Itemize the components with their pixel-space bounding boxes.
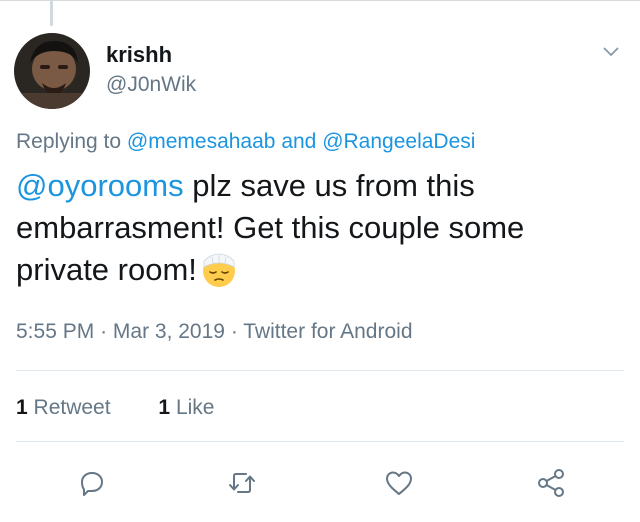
chevron-down-icon[interactable] [603, 45, 619, 57]
reply-conjunction: and [281, 130, 317, 153]
retweet-button[interactable] [226, 467, 258, 499]
retweets-label: Retweet [33, 396, 111, 419]
replying-to-line: Replying to @memesahaab and @RangeelaDes… [16, 130, 475, 154]
retweets-stat[interactable]: 1 Retweet [16, 396, 111, 420]
thread-connector-line [50, 0, 53, 26]
share-button[interactable] [535, 467, 567, 499]
like-icon [386, 471, 412, 495]
user-handle[interactable]: @J0nWik [106, 73, 196, 97]
tweet-metadata: 5:55 PM · Mar 3, 2019 · Twitter for Andr… [16, 320, 413, 344]
face-with-head-bandage-icon [201, 252, 237, 288]
likes-count: 1 [158, 396, 171, 419]
reply-icon [81, 472, 103, 496]
divider [16, 441, 624, 442]
meta-separator: · [100, 320, 113, 343]
like-button[interactable] [383, 467, 415, 499]
reply-button[interactable] [76, 467, 108, 499]
tweet-date: Mar 3, 2019 [112, 320, 225, 343]
meta-separator: · [230, 320, 244, 343]
top-border [0, 0, 640, 1]
user-display-name[interactable]: krishh [106, 42, 172, 68]
avatar-image [14, 33, 90, 109]
tweet-time: 5:55 PM [16, 320, 95, 343]
engagement-stats: 1 Retweet 1 Like [16, 396, 214, 420]
share-icon [538, 469, 564, 497]
tweet-source[interactable]: Twitter for Android [243, 320, 412, 343]
tweet-mention-link[interactable]: @oyorooms [16, 168, 184, 203]
avatar[interactable] [14, 33, 90, 109]
tweet-text: @oyorooms plz save us from this embarras… [16, 165, 616, 291]
reply-mention-link[interactable]: @RangeelaDesi [322, 130, 475, 153]
retweet-icon [229, 473, 255, 493]
replying-to-label: Replying to [16, 130, 122, 153]
reply-mention-link[interactable]: @memesahaab [127, 130, 276, 153]
likes-stat[interactable]: 1 Like [158, 396, 214, 420]
divider [16, 370, 624, 371]
retweets-count: 1 [16, 396, 28, 419]
likes-label: Like [175, 396, 215, 419]
